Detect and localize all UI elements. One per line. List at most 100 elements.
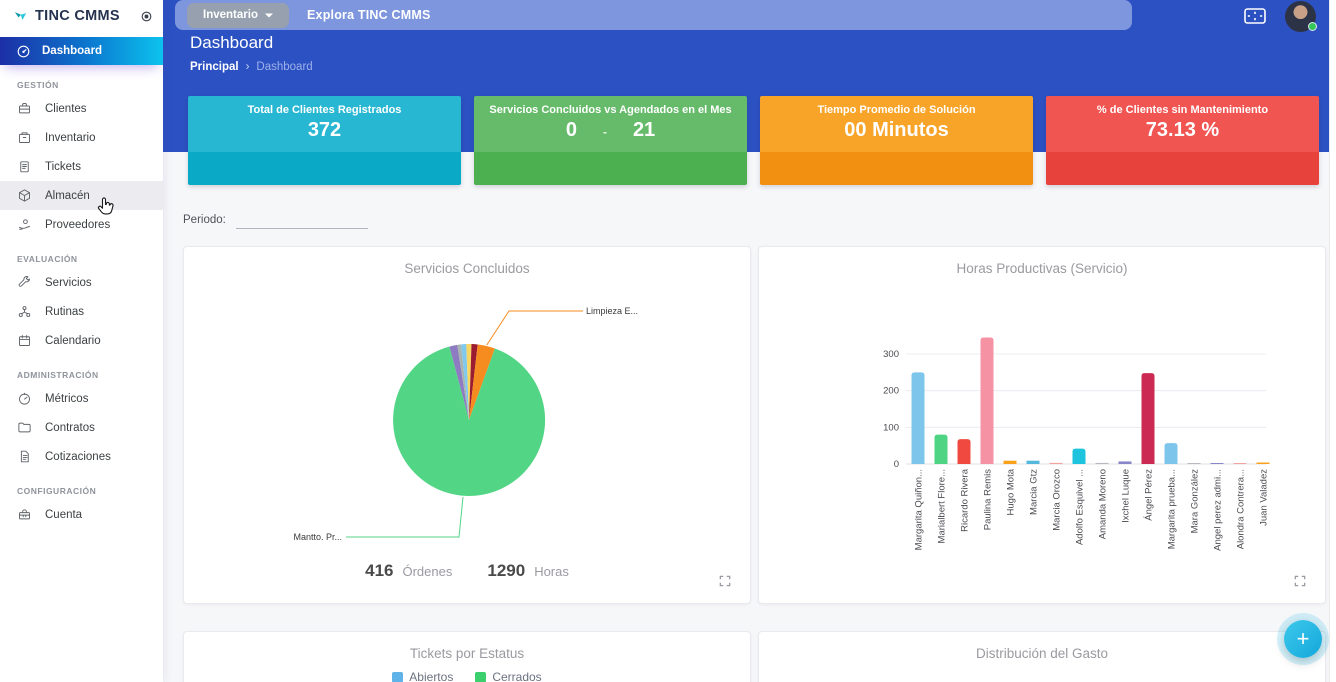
expand-chart-button[interactable]: [1293, 573, 1309, 589]
breadcrumb-separator: ›: [245, 61, 250, 73]
sidebar-item-clientes[interactable]: Clientes: [0, 94, 163, 123]
bar[interactable]: [1118, 461, 1132, 464]
bar[interactable]: [1072, 448, 1086, 464]
sidebar-item-label: Inventario: [45, 131, 96, 144]
bar[interactable]: [980, 337, 994, 465]
pie-summary-value: 416: [365, 561, 394, 580]
x-axis-tick-label: Hugo Mota: [1006, 468, 1017, 515]
x-axis-tick-label: Alondra Contrera...: [1236, 469, 1247, 549]
add-fab-button[interactable]: +: [1284, 620, 1322, 658]
periodo-label: Periodo:: [183, 214, 226, 226]
sidebar-toggle-icon[interactable]: [140, 10, 153, 23]
sidebar-item-tickets[interactable]: Tickets: [0, 152, 163, 181]
sidebar-item-calendario[interactable]: Calendario: [0, 326, 163, 355]
sidebar-item-metricos[interactable]: Métricos: [0, 384, 163, 413]
legend-label: Cerrados: [492, 670, 542, 682]
sidebar-item-contratos[interactable]: Contratos: [0, 413, 163, 442]
fullscreen-corners-icon: [1294, 575, 1306, 587]
sidebar-item-almacen[interactable]: Almacén: [0, 181, 163, 210]
stat-card-footer: [188, 152, 461, 185]
bar[interactable]: [934, 434, 948, 464]
stat-value: 00 Minutos: [844, 119, 949, 141]
stat-card-title: Total de Clientes Registrados: [247, 104, 402, 116]
inventory-box-icon: [17, 130, 32, 145]
calendar-icon: [17, 333, 32, 348]
stat-value-separator: -: [602, 125, 607, 139]
bar[interactable]: [1141, 373, 1155, 464]
expand-chart-button[interactable]: [718, 573, 734, 589]
stat-value-left: 0: [565, 119, 577, 141]
x-axis-tick-label: Margarita prueba...: [1167, 469, 1178, 549]
sidebar-item-label: Cuenta: [45, 508, 83, 521]
sidebar-item-dashboard[interactable]: Dashboard: [0, 37, 163, 65]
bar[interactable]: [1210, 463, 1224, 464]
x-axis-tick-label: Ricardo Rivera: [960, 468, 971, 532]
breadcrumb: Principal › Dashboard: [190, 61, 313, 73]
sidebar-section-label: CONFIGURACIÓN: [17, 486, 97, 496]
bar-chart: 0 100 200 300 Margarita Quiñon... Marialbert …: [883, 337, 1270, 551]
module-dropdown-button[interactable]: Inventario: [187, 2, 289, 28]
bar[interactable]: [911, 372, 925, 464]
sidebar: TINC CMMS Dashboard GESTIÓN Clientes Inven…: [0, 0, 163, 682]
routines-network-icon: [17, 304, 32, 319]
bar[interactable]: [957, 439, 971, 464]
pie-summary-value: 1290: [487, 561, 526, 580]
bar[interactable]: [1095, 462, 1109, 464]
pie-callout-line: [486, 310, 583, 346]
bar[interactable]: [1049, 462, 1063, 464]
x-axis-tick-label: Paulina Remis: [983, 469, 994, 530]
tickets-chart-card: Tickets por Estatus Abiertos Cerrados: [183, 631, 751, 682]
user-avatar[interactable]: [1285, 1, 1317, 32]
sidebar-item-proveedores[interactable]: Proveedores: [0, 210, 163, 239]
fullscreen-toggle-button[interactable]: [1244, 7, 1268, 25]
periodo-input[interactable]: [235, 211, 368, 229]
gasto-chart-card: Distribución del Gasto: [758, 631, 1326, 682]
stat-card-footer: [1046, 152, 1319, 185]
sidebar-item-rutinas[interactable]: Rutinas: [0, 297, 163, 326]
bar[interactable]: [1233, 463, 1247, 464]
sidebar-item-label: Almacén: [45, 189, 90, 202]
stat-value-right: 21: [632, 119, 656, 141]
legend-item[interactable]: Abiertos: [392, 670, 453, 682]
sidebar-item-servicios[interactable]: Servicios: [0, 268, 163, 297]
stat-card-title: Tiempo Promedio de Solución: [817, 104, 976, 116]
bar[interactable]: [1164, 443, 1178, 464]
y-axis-tick-label: 0: [894, 459, 899, 470]
sidebar-section-label: ADMINISTRACIÓN: [17, 370, 99, 380]
sidebar-item-cotizaciones[interactable]: Cotizaciones: [0, 442, 163, 471]
sidebar-item-cuenta[interactable]: Cuenta: [0, 500, 163, 529]
x-axis-tick-label: Angel perez admi...: [1213, 469, 1224, 551]
stat-card-footer: [474, 152, 747, 185]
bar[interactable]: [1026, 460, 1040, 464]
bar[interactable]: [1003, 460, 1017, 464]
topbar-tagline: Explora TINC CMMS: [307, 8, 431, 22]
bar[interactable]: [1256, 462, 1270, 464]
sidebar-item-label: Contratos: [45, 421, 95, 434]
dashboard-gauge-icon: [16, 44, 31, 59]
x-axis-tick-label: Juan Valadez: [1259, 469, 1270, 526]
briefcase-icon: [17, 101, 32, 116]
legend-item[interactable]: Cerrados: [475, 670, 542, 682]
x-axis-tick-label: Margarita Quiñon...: [914, 469, 925, 550]
y-axis-tick-label: 300: [883, 349, 899, 360]
sidebar-section-label: GESTIÓN: [17, 80, 59, 90]
y-axis-tick-label: 100: [883, 422, 899, 433]
legend-swatch: [392, 671, 404, 682]
screen-icon: [1244, 8, 1266, 24]
app-logo-icon: [13, 9, 28, 24]
pie-summary: 416 Órdenes 1290 Horas: [184, 561, 750, 581]
sidebar-nav: GESTIÓN Clientes Inventario Tickets Almacén P…: [0, 80, 163, 529]
metrics-gauge-icon: [17, 391, 32, 406]
bar-chart-card: Horas Productivas (Servicio) 0 100 200 300 M…: [758, 246, 1326, 604]
chevron-down-icon: [264, 13, 273, 17]
sidebar-item-inventario[interactable]: Inventario: [0, 123, 163, 152]
page-scrollbar[interactable]: [1329, 0, 1336, 682]
stat-value: 73.13 %: [1145, 119, 1220, 141]
folder-icon: [17, 420, 32, 435]
breadcrumb-root[interactable]: Principal: [190, 61, 239, 73]
bar[interactable]: [1187, 463, 1201, 464]
pie-callout-line: [346, 496, 464, 538]
x-axis-tick-label: Amanda Moreno: [1098, 469, 1109, 539]
stat-card: Total de Clientes Registrados 372: [188, 96, 461, 185]
pie-chart: Limpieza E... Mantto. Pr...: [293, 306, 638, 542]
